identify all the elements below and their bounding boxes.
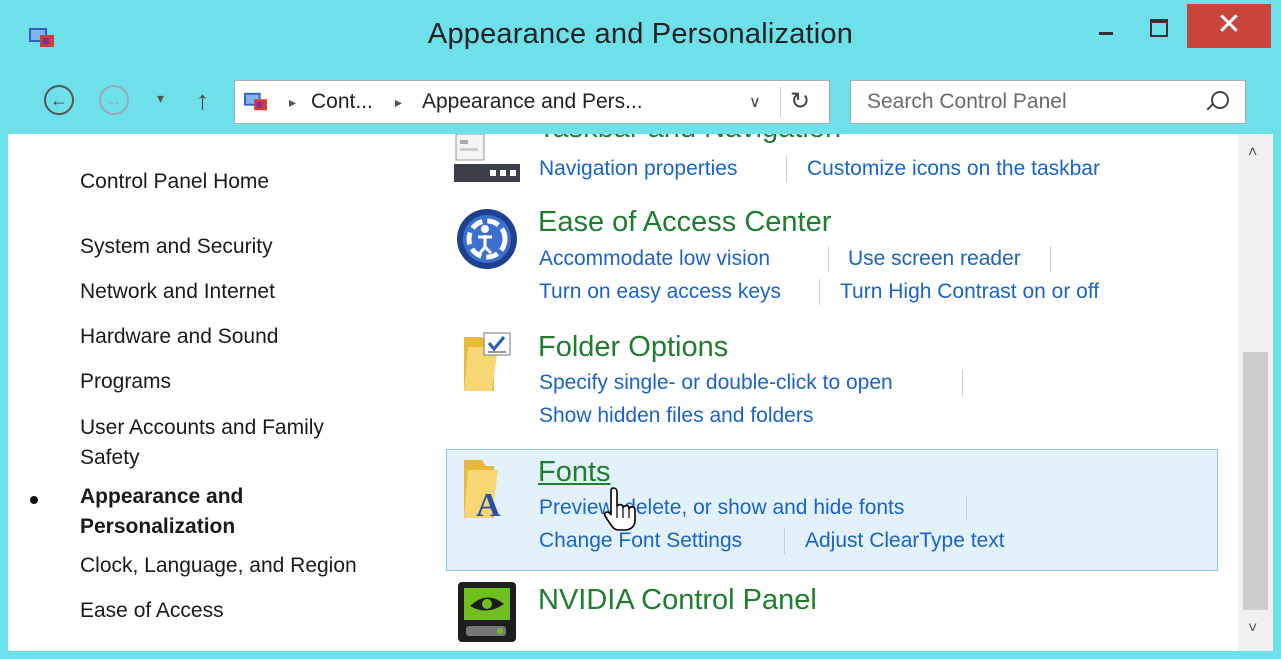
breadcrumb-appearance[interactable]: Appearance and Pers... bbox=[422, 90, 643, 114]
link-easy-access-keys[interactable]: Turn on easy access keys bbox=[539, 280, 781, 304]
search-input[interactable] bbox=[851, 81, 1191, 123]
sidebar-item-user-accounts[interactable]: User Accounts and Family Safety bbox=[80, 413, 380, 473]
folder-options-icon bbox=[464, 332, 511, 391]
title-bar[interactable]: Appearance and Personalization ✕ bbox=[0, 0, 1281, 72]
link-divider bbox=[962, 370, 963, 396]
link-single-double-click[interactable]: Specify single- or double-click to open bbox=[539, 371, 893, 395]
link-divider bbox=[819, 279, 820, 305]
link-divider bbox=[966, 495, 967, 521]
link-divider bbox=[784, 528, 785, 554]
address-row: ← → ▾ ↑ ▸ Cont... ▸ Appearance and Pers.… bbox=[0, 72, 1281, 134]
ease-of-access-icon bbox=[457, 209, 517, 269]
link-navigation-properties[interactable]: Navigation properties bbox=[539, 157, 737, 181]
minimize-button[interactable] bbox=[1083, 6, 1127, 48]
breadcrumb-separator-icon[interactable]: ▸ bbox=[395, 94, 402, 111]
category-title-nvidia[interactable]: NVIDIA Control Panel bbox=[538, 584, 817, 617]
taskbar-icon bbox=[454, 134, 520, 182]
forward-button[interactable]: → bbox=[99, 85, 129, 115]
search-icon[interactable] bbox=[1211, 91, 1229, 109]
link-divider bbox=[828, 246, 829, 272]
active-bullet-icon bbox=[30, 496, 38, 504]
link-divider bbox=[786, 156, 787, 182]
fonts-folder-icon: A bbox=[464, 460, 501, 520]
sidebar-item-ease-of-access[interactable]: Ease of Access bbox=[80, 596, 400, 626]
control-panel-icon bbox=[244, 92, 267, 111]
address-bar[interactable]: ▸ Cont... ▸ Appearance and Pers... ∨ ↻ bbox=[234, 80, 830, 124]
close-button[interactable]: ✕ bbox=[1187, 4, 1271, 48]
category-title-ease-of-access[interactable]: Ease of Access Center bbox=[538, 206, 831, 239]
sidebar-item-system-security[interactable]: System and Security bbox=[80, 232, 400, 262]
vertical-scrollbar[interactable]: ˄ ˅ bbox=[1238, 134, 1273, 651]
link-show-hidden-files[interactable]: Show hidden files and folders bbox=[539, 404, 813, 428]
maximize-button[interactable] bbox=[1137, 6, 1181, 48]
address-dropdown-icon[interactable]: ∨ bbox=[749, 92, 761, 112]
sidebar-item-hardware-sound[interactable]: Hardware and Sound bbox=[80, 322, 400, 352]
link-adjust-cleartype[interactable]: Adjust ClearType text bbox=[805, 529, 1005, 553]
link-customize-taskbar-icons[interactable]: Customize icons on the taskbar bbox=[807, 157, 1100, 181]
up-button[interactable]: ↑ bbox=[196, 85, 209, 116]
category-title-folder-options[interactable]: Folder Options bbox=[538, 331, 728, 364]
category-list: Taskbar and Navigation Navigation proper… bbox=[438, 134, 1238, 651]
address-divider bbox=[780, 87, 781, 117]
back-button[interactable]: ← bbox=[44, 85, 74, 115]
search-box[interactable] bbox=[850, 80, 1246, 124]
link-accommodate-low-vision[interactable]: Accommodate low vision bbox=[539, 247, 770, 271]
content-area: Control Panel Home System and Security N… bbox=[8, 134, 1273, 651]
scroll-up-icon[interactable]: ˄ bbox=[1248, 144, 1257, 162]
control-panel-window: Appearance and Personalization ✕ ← → ▾ ↑… bbox=[0, 0, 1281, 659]
nvidia-icon bbox=[458, 582, 516, 642]
sidebar-item-clock-language[interactable]: Clock, Language, and Region bbox=[80, 551, 400, 581]
scroll-down-icon[interactable]: ˅ bbox=[1248, 620, 1257, 638]
sidebar-item-programs[interactable]: Programs bbox=[80, 367, 400, 397]
refresh-button[interactable]: ↻ bbox=[790, 87, 810, 116]
sidebar-item-network-internet[interactable]: Network and Internet bbox=[80, 277, 400, 307]
link-divider bbox=[1050, 246, 1051, 272]
link-high-contrast[interactable]: Turn High Contrast on or off bbox=[840, 280, 1099, 304]
svg-text:A: A bbox=[476, 487, 501, 520]
category-title-fonts[interactable]: Fonts bbox=[538, 456, 611, 489]
hand-cursor-icon bbox=[603, 487, 636, 531]
sidebar-item-control-panel-home[interactable]: Control Panel Home bbox=[80, 167, 400, 197]
link-use-screen-reader[interactable]: Use screen reader bbox=[848, 247, 1021, 271]
category-title-taskbar[interactable]: Taskbar and Navigation bbox=[538, 134, 841, 145]
link-preview-fonts[interactable]: Preview, delete, or show and hide fonts bbox=[539, 496, 904, 520]
recent-locations-button[interactable]: ▾ bbox=[157, 90, 164, 107]
sidebar-item-appearance: Appearance and Personalization bbox=[80, 485, 244, 538]
breadcrumb-separator-icon[interactable]: ▸ bbox=[289, 94, 296, 111]
sidebar: Control Panel Home System and Security N… bbox=[8, 134, 438, 651]
breadcrumb-control-panel[interactable]: Cont... bbox=[311, 90, 373, 114]
scrollbar-thumb[interactable] bbox=[1243, 352, 1268, 610]
link-change-font-settings[interactable]: Change Font Settings bbox=[539, 529, 742, 553]
